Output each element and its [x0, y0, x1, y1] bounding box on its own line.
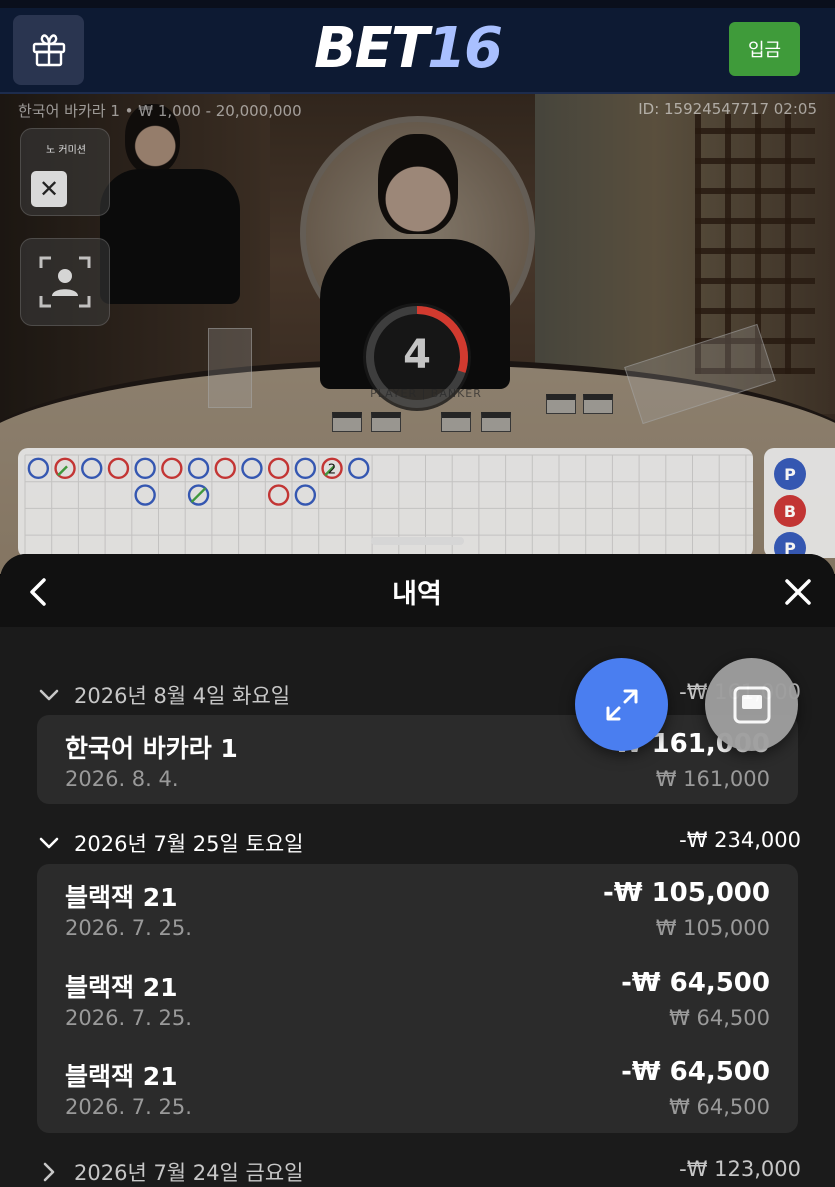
entry-stake: ₩ 64,500: [669, 1006, 770, 1030]
history-group-header[interactable]: 2026년 7월 25일 토요일 -₩ 234,000: [36, 822, 801, 862]
chevron-left-icon: [30, 578, 46, 606]
entry-game-name: 블랙잭 21: [65, 973, 178, 1002]
history-sheet: 내역 2026년 8월 4일 화요일 -₩ 161,000 한국어 바카라 1 …: [0, 554, 835, 1187]
player-bead: [348, 457, 370, 480]
player-bead: [134, 484, 156, 506]
group-total: -₩ 123,000: [679, 1157, 801, 1181]
expand-button[interactable]: [575, 658, 668, 751]
player-banker-label: PLAYER | BANKER: [370, 387, 482, 400]
chevron-down-icon: [39, 689, 59, 701]
entry-stake: ₩ 105,000: [655, 916, 770, 940]
history-card: 한국어 바카라 1 2026. 8. 4. ₩ 161,000 ₩ 161,00…: [37, 715, 798, 804]
banker-bead: [107, 457, 130, 480]
pip-icon: [733, 686, 770, 723]
history-entry[interactable]: 블랙잭 21 2026. 7. 25. -₩ 64,500 ₩ 64,500: [37, 958, 798, 1038]
entry-amount: -₩ 105,000: [603, 878, 770, 908]
gift-icon: [32, 34, 65, 67]
close-icon: [785, 579, 811, 605]
countdown-number: 4: [403, 332, 431, 378]
top-header: BET16 입금: [0, 0, 835, 94]
sheet-drag-handle[interactable]: [371, 537, 464, 545]
deposit-button[interactable]: 입금: [729, 22, 800, 76]
banker-bead: [267, 484, 290, 506]
banker-bead: [214, 457, 236, 480]
logo-text-number: 16: [427, 16, 503, 81]
entry-game-name: 블랙잭 21: [65, 1062, 178, 1091]
logo-text-main: BET: [313, 16, 429, 81]
group-date: 2026년 7월 24일 금요일: [74, 1161, 304, 1185]
banker-bead: [267, 457, 290, 480]
expand-icon: [606, 689, 637, 720]
entry-game-name: 블랙잭 21: [65, 883, 178, 912]
player-bead: [294, 457, 317, 480]
picture-in-picture-button[interactable]: [705, 658, 798, 751]
history-group-header[interactable]: 2026년 8월 4일 화요일 -₩ 161,000: [36, 674, 801, 714]
no-commission-label: 노 커미션: [46, 145, 86, 156]
tie-slash: [190, 487, 207, 503]
history-entry[interactable]: 한국어 바카라 1 2026. 8. 4. ₩ 161,000 ₩ 161,00…: [37, 719, 798, 799]
back-button[interactable]: [18, 572, 58, 612]
entry-date: 2026. 7. 25.: [65, 916, 192, 940]
video-toggle-button[interactable]: [20, 238, 110, 326]
entry-amount: -₩ 64,500: [621, 1057, 770, 1087]
entry-date: 2026. 7. 25.: [65, 1095, 192, 1119]
history-entry[interactable]: 블랙잭 21 2026. 7. 25. -₩ 105,000 ₩ 105,000: [37, 868, 798, 948]
history-card: 블랙잭 21 2026. 7. 25. -₩ 105,000 ₩ 105,000…: [37, 864, 798, 1133]
entry-date: 2026. 8. 4.: [65, 767, 179, 791]
person-frame-icon: [39, 256, 91, 308]
banker-stat-chip: B: [774, 495, 806, 527]
player-bead: [134, 457, 156, 480]
player-stat-chip: P: [774, 458, 806, 490]
chevron-down-icon: [39, 837, 59, 849]
table-limits-label: 한국어 바카라 1 • ₩ 1,000 - 20,000,000: [18, 102, 302, 120]
history-group-header[interactable]: 2026년 7월 24일 금요일 -₩ 123,000: [36, 1151, 801, 1187]
bet16-logo: BET16: [300, 18, 515, 80]
player-bead: [241, 457, 263, 480]
sheet-header: 내역: [0, 554, 835, 627]
close-icon[interactable]: ✕: [31, 171, 67, 207]
tie-count-label: 2: [328, 462, 336, 477]
round-id-label: ID: 15924547717 02:05: [638, 100, 817, 118]
entry-amount: -₩ 64,500: [621, 968, 770, 998]
chevron-right-icon: [43, 1162, 55, 1182]
group-total: -₩ 234,000: [679, 828, 801, 852]
entry-game-name: 한국어 바카라 1: [65, 734, 238, 763]
status-strip: [0, 0, 835, 8]
entry-date: 2026. 7. 25.: [65, 1006, 192, 1030]
player-bead: [294, 484, 317, 506]
no-commission-panel[interactable]: 노 커미션 ✕: [20, 128, 110, 216]
sheet-title: 내역: [392, 579, 442, 610]
entry-stake: ₩ 64,500: [669, 1095, 770, 1119]
road-stats-panel[interactable]: PBP: [764, 448, 835, 564]
banker-bead: [161, 457, 183, 480]
group-date: 2026년 8월 4일 화요일: [74, 684, 291, 708]
entry-stake: ₩ 161,000: [655, 767, 770, 791]
player-bead: [81, 457, 103, 480]
tie-mark: [57, 465, 68, 477]
close-button[interactable]: [778, 572, 818, 612]
group-date: 2026년 7월 25일 토요일: [74, 832, 304, 856]
gift-button[interactable]: [13, 15, 84, 85]
player-bead: [27, 457, 50, 480]
player-bead: [187, 457, 210, 480]
history-entry[interactable]: 블랙잭 21 2026. 7. 25. -₩ 64,500 ₩ 64,500: [37, 1047, 798, 1127]
